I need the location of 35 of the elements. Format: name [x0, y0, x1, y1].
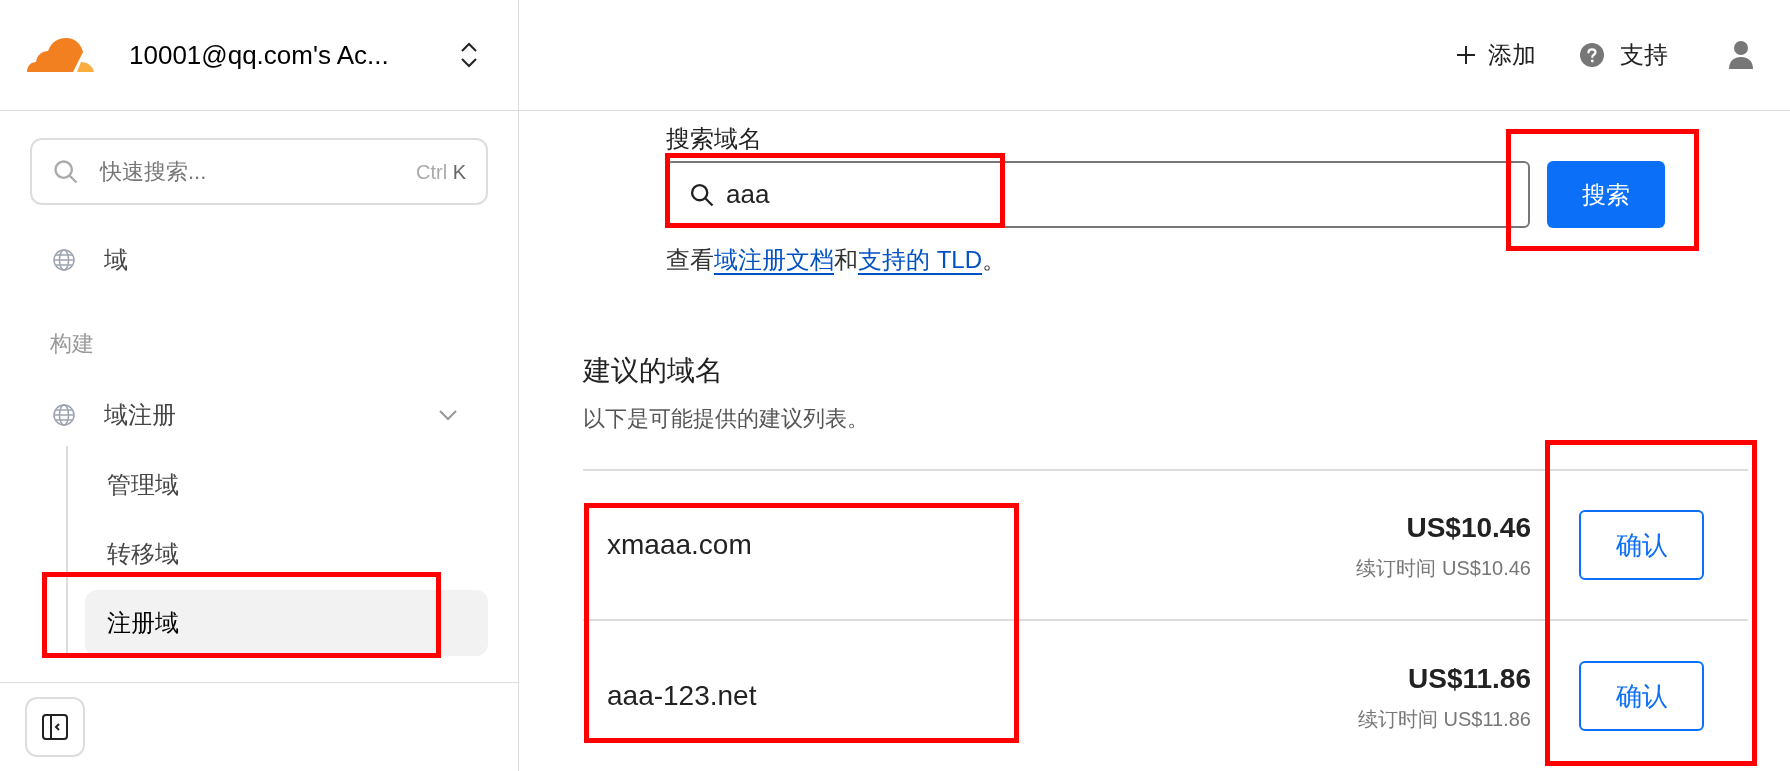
- renewal-price: 续订时间 US$10.46: [1356, 556, 1531, 581]
- field-label: 搜索域名: [666, 124, 763, 154]
- renewal-price: 续订时间 US$11.86: [1357, 707, 1531, 732]
- help-text: 查看域注册文档和支持的 TLD。: [666, 245, 1007, 277]
- tld-link[interactable]: 支持的 TLD: [858, 246, 982, 275]
- section-subtitle: 以下是可能提供的建议列表。: [583, 405, 870, 433]
- search-button[interactable]: 搜索: [1547, 161, 1665, 228]
- account-name: 10001@qq.com's Ac...: [129, 38, 389, 72]
- user-icon[interactable]: [1728, 40, 1754, 70]
- nav-subitem[interactable]: 转移域: [85, 521, 488, 587]
- updown-chevron-icon[interactable]: [460, 41, 478, 69]
- collapse-sidebar-button[interactable]: [25, 697, 85, 757]
- globe-icon: [52, 248, 76, 272]
- docs-link[interactable]: 域注册文档: [714, 246, 834, 275]
- domain-name: aaa-123.net: [607, 679, 757, 713]
- search-icon: [52, 157, 80, 186]
- confirm-button[interactable]: 确认: [1579, 510, 1704, 580]
- support-button[interactable]: 支持: [1580, 37, 1668, 73]
- price: US$10.46: [1406, 511, 1531, 545]
- domain-name: xmaaa.com: [607, 528, 752, 562]
- help-icon: [1580, 43, 1604, 67]
- sidebar-collapse-icon: [41, 713, 69, 741]
- price: US$11.86: [1408, 662, 1531, 696]
- nav-group[interactable]: 域注册: [30, 384, 488, 446]
- shortcut-hint: Ctrl K: [416, 159, 466, 185]
- plus-icon: [1456, 45, 1476, 65]
- confirm-button[interactable]: 确认: [1579, 661, 1704, 731]
- nav-item[interactable]: 域: [30, 229, 488, 291]
- section-title: 建议的域名: [583, 354, 724, 388]
- add-button[interactable]: 添加: [1456, 37, 1536, 73]
- section-heading: 构建: [49, 330, 95, 358]
- web-globe-icon: [52, 403, 76, 427]
- nav-subitem[interactable]: 管理域: [85, 452, 488, 518]
- quick-search-field[interactable]: 快速搜索... Ctrl K: [30, 138, 488, 205]
- nav-subitem[interactable]: 注册域: [85, 590, 488, 656]
